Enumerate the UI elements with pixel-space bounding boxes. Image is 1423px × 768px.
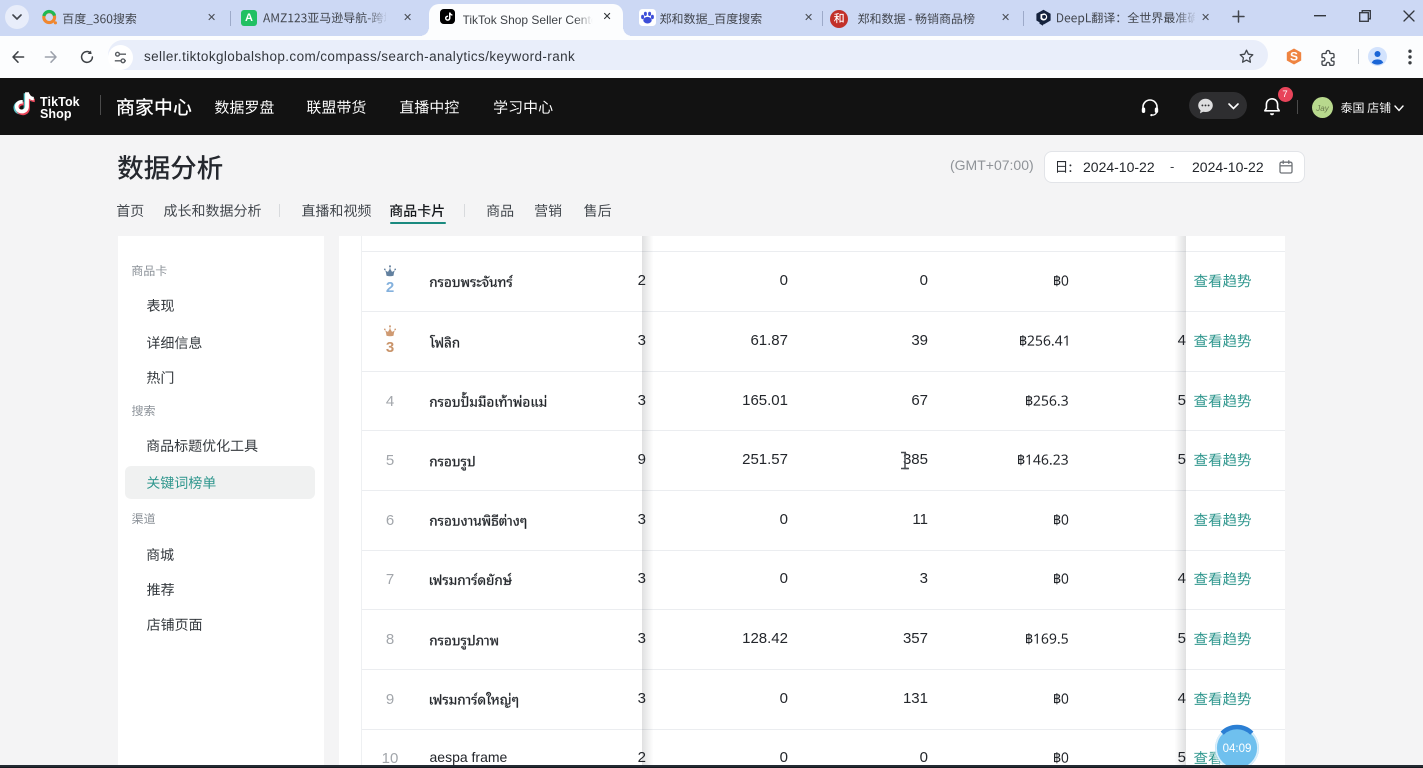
svg-text:04:09: 04:09 bbox=[1223, 743, 1252, 755]
svg-text:S: S bbox=[1290, 50, 1298, 64]
svg-text:Jay: Jay bbox=[1315, 104, 1329, 113]
